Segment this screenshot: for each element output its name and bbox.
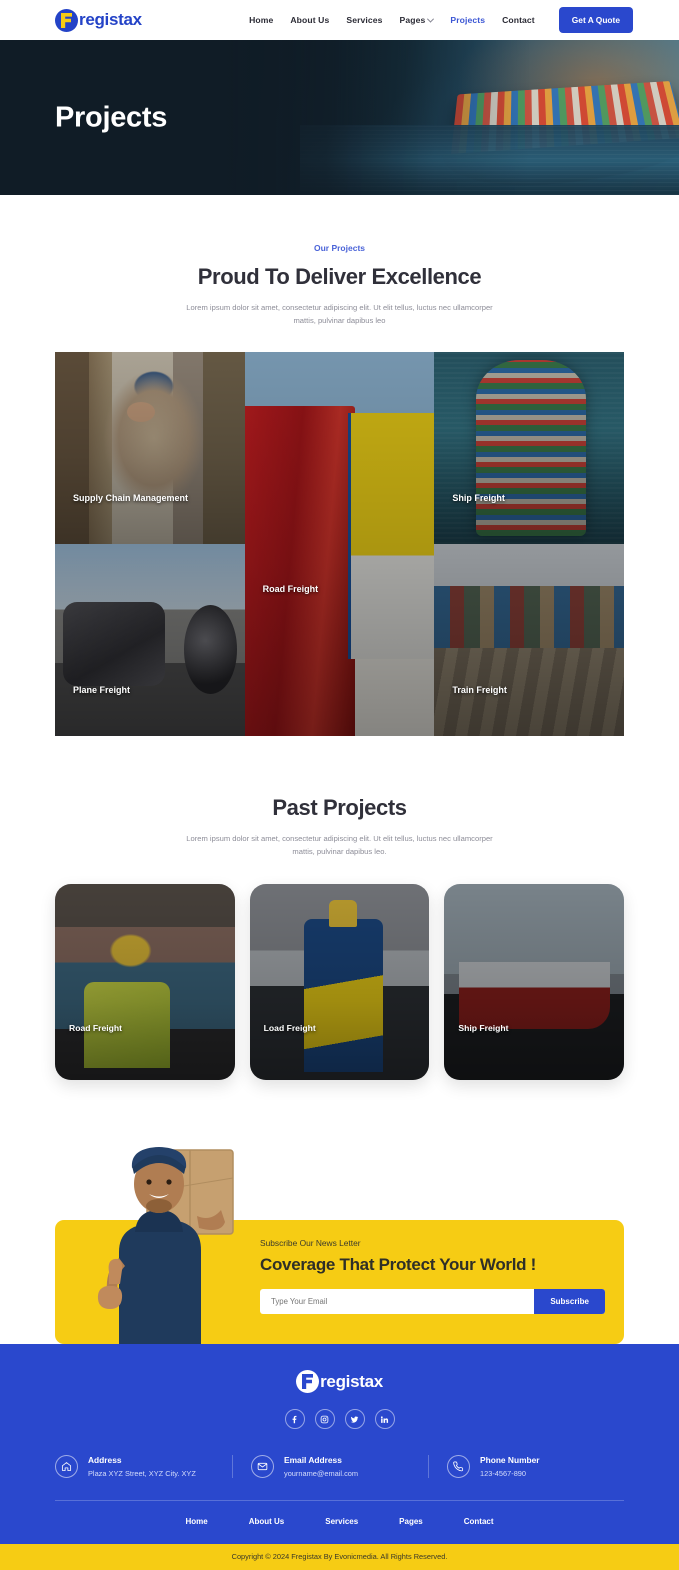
logo-mark-icon <box>55 8 78 32</box>
contact-value: Plaza XYZ Street, XYZ City. XYZ <box>88 1469 196 1479</box>
newsletter-headline: Coverage That Protect Your World ! <box>260 1255 537 1275</box>
tile-overlay <box>244 352 435 737</box>
card-overlay <box>444 884 625 1081</box>
site-header: registax Home About Us Services Pages Pr… <box>0 0 679 40</box>
get-a-quote-button[interactable]: Get A Quote <box>558 7 633 33</box>
tile-overlay <box>55 352 245 545</box>
card-label: Road Freight <box>69 1023 122 1034</box>
newsletter-kicker: Subscribe Our News Letter <box>260 1238 361 1249</box>
project-tile-train-freight[interactable]: Train Freight <box>434 544 624 737</box>
tile-overlay <box>434 544 624 737</box>
tile-label: Train Freight <box>452 685 507 696</box>
contact-value: 123-4567-890 <box>480 1469 527 1479</box>
footer-nav-item-home[interactable]: Home <box>185 1517 207 1526</box>
footer-nav-item-about-us[interactable]: About Us <box>249 1517 285 1526</box>
newsletter-form: Subscribe <box>260 1289 605 1315</box>
phone-icon <box>447 1455 470 1479</box>
card-label: Load Freight <box>263 1023 316 1034</box>
nav-item-home[interactable]: Home <box>249 15 273 25</box>
site-logo[interactable]: registax <box>55 8 142 32</box>
card-label: Ship Freight <box>458 1023 509 1034</box>
section-eyebrow: Our Projects <box>313 243 366 253</box>
footer-logo[interactable]: registax <box>55 1370 624 1394</box>
past-projects-cards: Road Freight Load Freight Ship Freight <box>55 884 625 1081</box>
email-input[interactable] <box>260 1289 535 1315</box>
nav-item-contact[interactable]: Contact <box>502 15 535 25</box>
chevron-down-icon <box>427 15 435 23</box>
past-project-card-ship-freight[interactable]: Ship Freight <box>444 884 625 1081</box>
instagram-icon[interactable] <box>314 1409 335 1430</box>
home-icon <box>55 1455 78 1479</box>
newsletter-section: Subscribe Our News Letter Coverage That … <box>0 1132 679 1345</box>
contact-title: Phone Number <box>480 1455 540 1466</box>
page-title: Projects <box>55 101 168 133</box>
subscribe-button[interactable]: Subscribe <box>534 1289 605 1315</box>
footer-logo-text: registax <box>320 1371 383 1391</box>
card-overlay <box>55 884 235 1081</box>
section-title: Proud To Deliver Excellence <box>197 264 482 289</box>
tile-label: Ship Freight <box>452 493 505 504</box>
copyright-bar: Copyright © 2024 Fregistax By Evonicmedi… <box>0 1544 679 1570</box>
projects-grid: Supply Chain Management Road Freight Shi… <box>55 352 624 737</box>
contact-title: Email Address <box>284 1455 342 1466</box>
project-tile-supply-chain-management[interactable]: Supply Chain Management <box>55 352 245 545</box>
envelope-icon <box>251 1455 274 1479</box>
hero-banner: Projects <box>0 40 679 195</box>
tile-label: Supply Chain Management <box>73 493 189 504</box>
courier-delivery-man-image <box>97 1147 234 1345</box>
past-projects-section: Past Projects Lorem ipsum dolor sit amet… <box>0 736 679 858</box>
our-projects-section: Our Projects Proud To Deliver Excellence… <box>0 195 679 327</box>
past-projects-title: Past Projects <box>272 795 407 821</box>
project-tile-plane-freight[interactable]: Plane Freight <box>55 544 245 737</box>
contact-value: yourname@email.com <box>284 1469 359 1479</box>
footer-nav: Home About Us Services Pages Contact <box>55 1501 624 1544</box>
main-nav: Home About Us Services Pages Projects Co… <box>249 15 535 25</box>
nav-item-pages-label: Pages <box>399 15 426 25</box>
contact-item-phone: Phone Number 123-4567-890 <box>428 1455 624 1479</box>
nav-item-pages[interactable]: Pages <box>399 15 435 25</box>
contact-title: Address <box>88 1455 122 1466</box>
tile-label: Plane Freight <box>73 685 131 696</box>
nav-item-services[interactable]: Services <box>346 15 382 25</box>
nav-item-about-us[interactable]: About Us <box>290 15 329 25</box>
twitter-icon[interactable] <box>344 1409 365 1430</box>
site-footer: registax Address Plaza XYZ Street, XYZ C… <box>0 1344 679 1545</box>
footer-nav-item-contact[interactable]: Contact <box>464 1517 494 1526</box>
section-subtitle: Lorem ipsum dolor sit amet, consectetur … <box>186 303 493 325</box>
logo-text: registax <box>79 10 142 29</box>
logo-mark-icon <box>296 1370 320 1394</box>
linkedin-icon[interactable] <box>374 1409 395 1430</box>
project-tile-road-freight[interactable]: Road Freight <box>244 352 435 737</box>
footer-contact-row: Address Plaza XYZ Street, XYZ City. XYZ … <box>55 1455 624 1479</box>
tile-label: Road Freight <box>262 584 319 595</box>
tile-overlay <box>434 352 624 545</box>
footer-nav-item-services[interactable]: Services <box>325 1517 358 1526</box>
social-links <box>55 1409 624 1430</box>
card-overlay <box>249 884 430 1081</box>
nav-item-projects[interactable]: Projects <box>450 15 485 25</box>
contact-item-email: Email Address yourname@email.com <box>232 1455 428 1479</box>
past-project-card-load-freight[interactable]: Load Freight <box>249 884 430 1081</box>
project-tile-ship-freight[interactable]: Ship Freight <box>434 352 624 545</box>
tile-overlay <box>55 544 245 737</box>
facebook-icon[interactable] <box>284 1409 305 1430</box>
contact-item-address: Address Plaza XYZ Street, XYZ City. XYZ <box>55 1455 232 1479</box>
footer-nav-item-pages[interactable]: Pages <box>399 1517 423 1526</box>
past-projects-subtitle: Lorem ipsum dolor sit amet, consectetur … <box>186 834 493 856</box>
past-project-card-road-freight[interactable]: Road Freight <box>55 884 235 1081</box>
